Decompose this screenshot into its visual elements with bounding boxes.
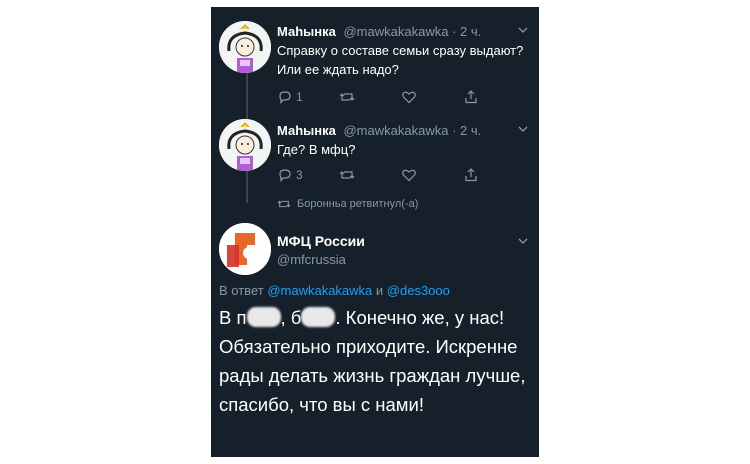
share-icon	[465, 168, 477, 182]
like-button[interactable]	[401, 167, 417, 183]
tweet-meta: Маhынка @mawkakakawka · 2 ч.	[277, 123, 481, 138]
tweet-text: Где? В мфц?	[277, 142, 356, 157]
chevron-down-icon[interactable]	[517, 123, 529, 138]
display-name[interactable]: Маhынка	[277, 123, 336, 138]
reply-user-link[interactable]: @mawkakakawka	[267, 283, 372, 298]
text-mid: , б	[280, 307, 302, 328]
like-button[interactable]	[401, 89, 417, 105]
censored-blur	[246, 307, 281, 327]
retweet-icon	[339, 93, 355, 101]
share-icon	[465, 90, 477, 104]
timestamp: · 2 ч.	[452, 24, 482, 39]
avatar[interactable]	[219, 119, 271, 171]
retweet-button[interactable]	[339, 89, 355, 105]
timestamp: · 2 ч.	[452, 123, 482, 138]
reply-icon	[279, 169, 291, 183]
reply-button[interactable]: 3	[277, 167, 303, 183]
mfc-logo-avatar[interactable]	[219, 223, 271, 275]
chevron-down-icon[interactable]	[517, 24, 529, 39]
retweet-icon	[277, 200, 291, 208]
reply-icon	[279, 91, 291, 105]
reply-count: 3	[296, 168, 303, 182]
avatar[interactable]	[219, 21, 271, 73]
main-tweet-text: В п, б. Конечно же, у нас! Обязательно п…	[219, 303, 535, 419]
share-button[interactable]	[463, 167, 479, 183]
share-button[interactable]	[463, 89, 479, 105]
tweet-actions: 1	[277, 89, 497, 109]
reply-button[interactable]: 1	[277, 89, 303, 105]
retweeted-by-label: Боронньа ретвитнул(-а)	[297, 198, 419, 210]
like-icon	[402, 91, 416, 104]
reply-to-line: В ответ @mawkakakawka и @des3ooo	[219, 283, 450, 298]
mfc-user-handle[interactable]: @mfcrussia	[277, 252, 346, 267]
like-icon	[402, 169, 416, 182]
retweet-button[interactable]	[339, 167, 355, 183]
reply-and: и	[375, 283, 384, 298]
censored-blur	[301, 307, 336, 327]
tweet-actions: 3	[277, 167, 497, 187]
retweeted-by[interactable]: Боронньа ретвитнул(-а)	[277, 197, 418, 211]
reply-user-link[interactable]: @des3ooo	[387, 283, 450, 298]
reply-to-prefix: В ответ	[219, 283, 264, 298]
user-handle[interactable]: @mawkakakawka	[343, 24, 448, 39]
mfc-display-name[interactable]: МФЦ России	[277, 233, 365, 249]
user-handle[interactable]: @mawkakakawka	[343, 123, 448, 138]
tweet-thread-screen: Маhынка @mawkakakawka · 2 ч. Справку о с…	[211, 7, 539, 457]
reply-count: 1	[296, 90, 303, 104]
tweet-meta: Маhынка @mawkakakawka · 2 ч.	[277, 24, 481, 39]
tweet-text: Справку о составе семьи сразу выдают? Ил…	[277, 43, 524, 77]
chevron-down-icon[interactable]	[517, 235, 529, 250]
text-start: В п	[219, 307, 247, 328]
retweet-icon	[339, 171, 355, 179]
display-name[interactable]: Маhынка	[277, 24, 336, 39]
